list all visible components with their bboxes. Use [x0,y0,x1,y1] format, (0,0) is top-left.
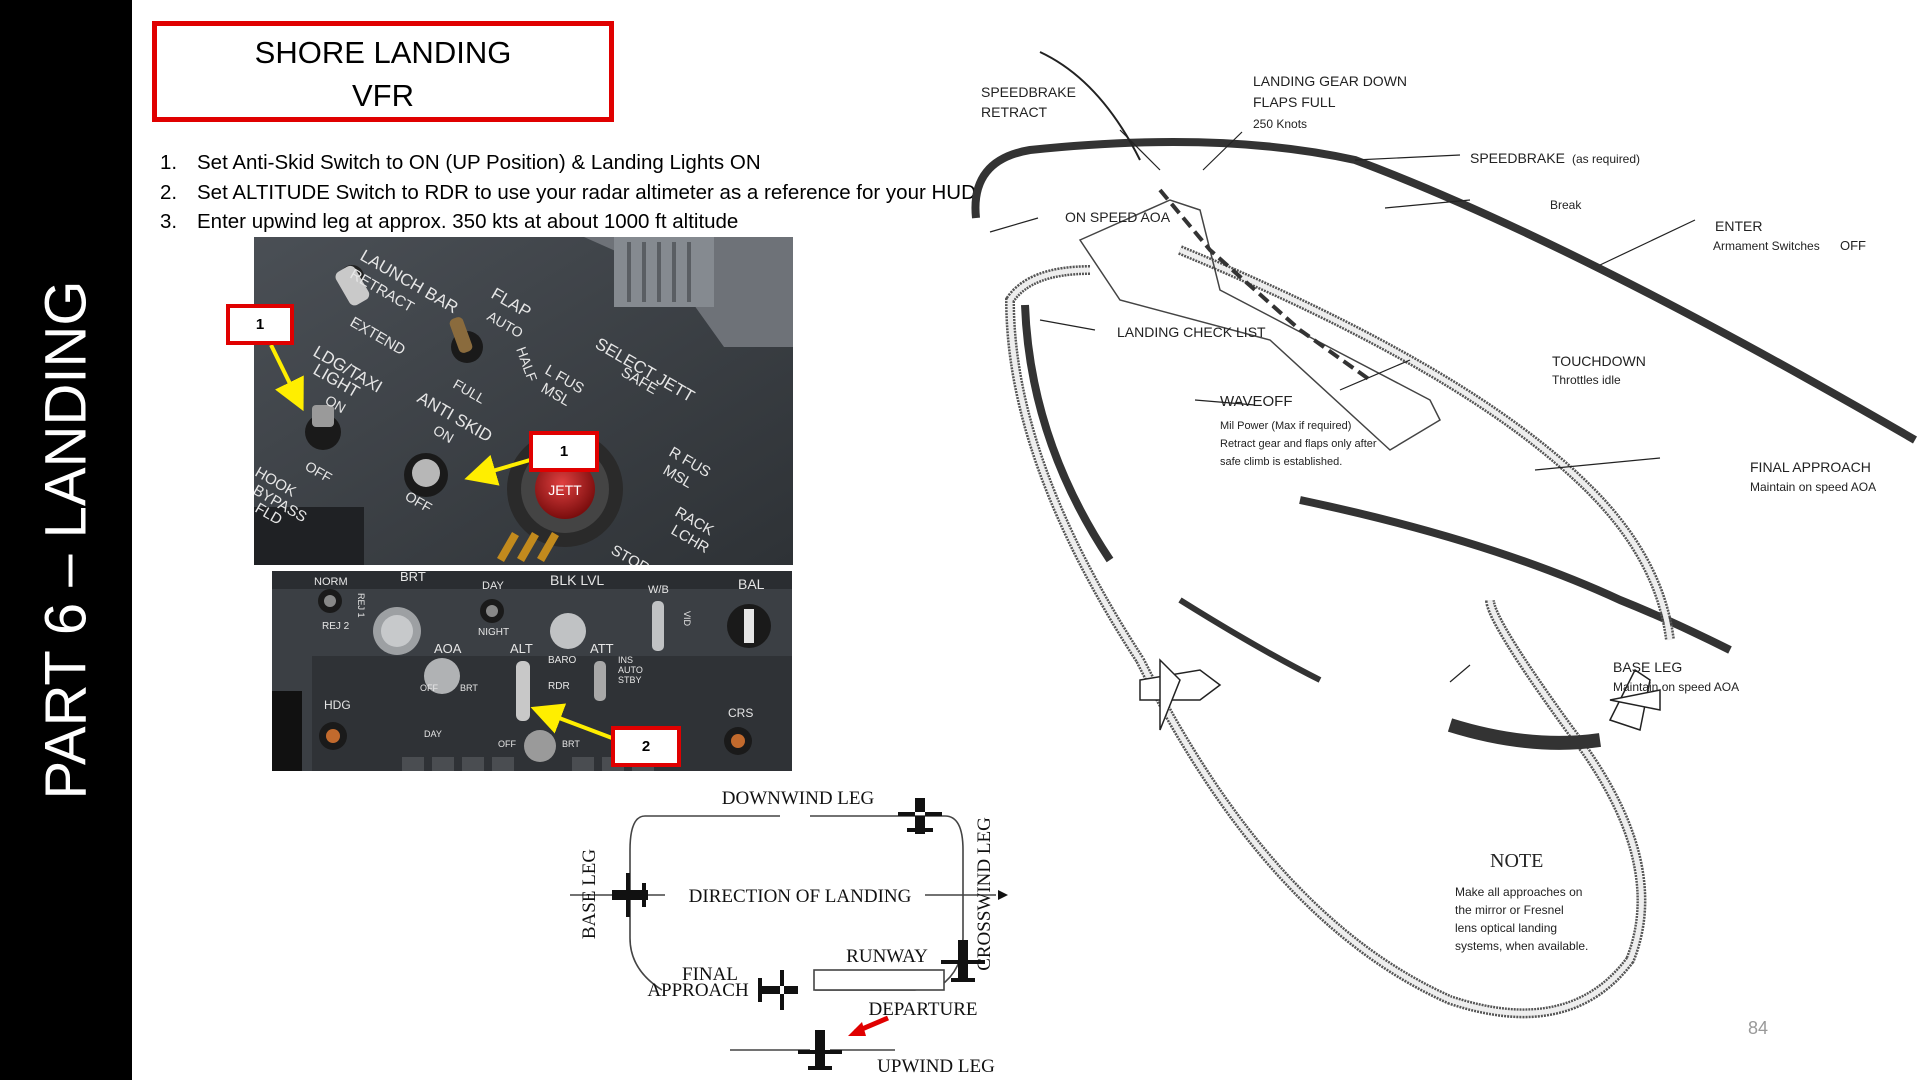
speedbrake-retract-label: RETRACT [981,104,1048,120]
approach-label: APPROACH [647,980,749,1001]
break-label: Break [1550,198,1582,212]
flaps-full-label: FLAPS FULL [1253,94,1336,110]
red-pointer-arrow-head [848,1022,866,1036]
base-leg-label: BASE LEG [579,849,600,940]
final-approach-label: FINAL APPROACH [1750,459,1871,475]
callout-2: 2 [611,726,681,767]
gear-down-label: LANDING GEAR DOWN [1253,73,1407,89]
note-line: lens optical landing [1455,921,1557,935]
enter-label: ENTER [1715,218,1762,234]
arrow-to-ldg-light [269,344,304,412]
base-leg-sub: Maintain on speed AOA [1613,680,1739,694]
note-line: Make all approaches on [1455,885,1582,899]
airplane-icon [898,798,942,834]
on-speed-aoa-label: ON SPEED AOA [1065,209,1171,225]
callout-1b: 1 [529,431,599,472]
waveoff-label: WAVEOFF [1220,393,1293,410]
arrow-to-alt-switch [530,703,613,740]
landing-check-list-label: LANDING CHECK LIST [1117,324,1266,340]
page-number: 84 [1748,1018,1769,1038]
waveoff-line: Retract gear and flaps only after [1220,438,1377,450]
direction-of-landing-label: DIRECTION OF LANDING [689,886,912,907]
armament-label: Armament Switches [1713,239,1820,253]
final-approach-sub: Maintain on speed AOA [1750,480,1876,494]
pattern-diagram-large: SPEEDBRAKE RETRACT LANDING GEAR DOWN FLA… [971,51,1918,1019]
throttles-label: Throttles idle [1552,373,1621,387]
airplane-icon [758,970,798,1010]
base-leg-label: BASE LEG [1613,659,1682,675]
as-required-label: (as required) [1572,152,1640,166]
departure-label: DEPARTURE [868,999,977,1020]
waveoff-line: safe climb is established. [1220,456,1342,468]
runway-label: RUNWAY [846,946,928,967]
touchdown-label: TOUCHDOWN [1552,353,1646,369]
airplane-icon [798,1030,842,1070]
note-title: NOTE [1490,850,1543,872]
note-line: the mirror or Fresnel [1455,903,1564,917]
aircraft-icon [1139,658,1222,731]
arrow-to-anti-skid [464,454,531,486]
note-line: systems, when available. [1455,939,1588,953]
speedbrake-retract-label: SPEEDBRAKE [981,84,1076,100]
aircraft-icon [1608,668,1661,731]
waveoff-line: Mil Power (Max if required) [1220,420,1351,432]
callout-1a: 1 [226,304,294,345]
speedbrake-label: SPEEDBRAKE [1470,150,1565,166]
armament-off-label: OFF [1840,238,1866,253]
downwind-leg-label: DOWNWIND LEG [722,790,875,809]
airplane-icon [612,873,648,917]
upwind-leg-label: UPWIND LEG [877,1056,995,1077]
knots-label: 250 Knots [1253,117,1307,131]
